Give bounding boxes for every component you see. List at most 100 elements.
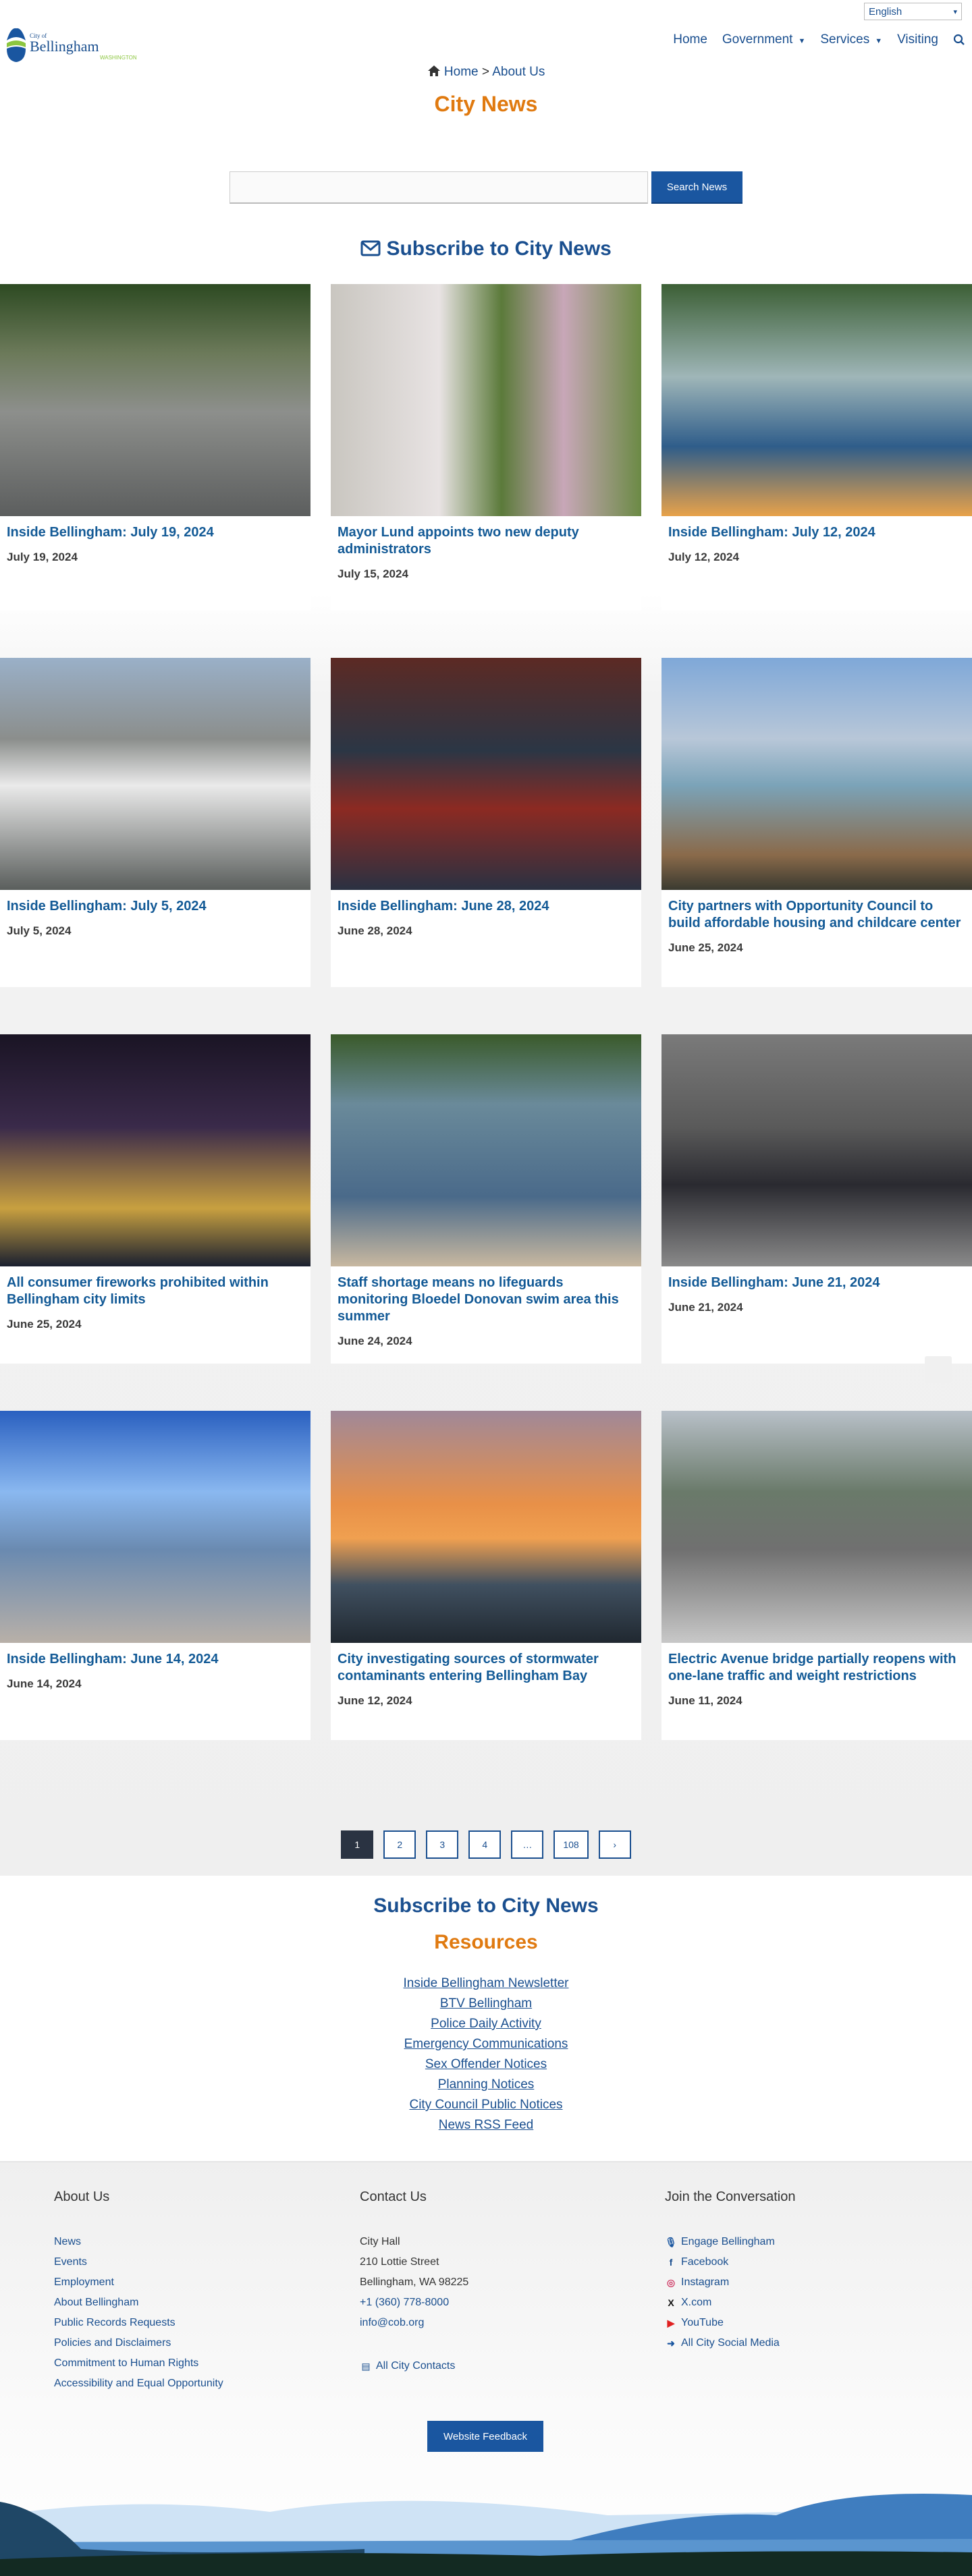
news-date: July 19, 2024 <box>7 551 78 563</box>
social-link[interactable]: f Facebook <box>665 2252 795 2272</box>
social-link[interactable]: ➜ All City Social Media <box>665 2333 795 2353</box>
footer-link[interactable]: Accessibility and Equal Opportunity <box>54 2374 223 2394</box>
social-link[interactable]: X X.com <box>665 2293 795 2313</box>
phone-link[interactable]: +1 (360) 778-8000 <box>360 2293 468 2313</box>
resource-link[interactable]: Planning Notices <box>0 2075 972 2095</box>
news-title[interactable]: City investigating sources of stormwater… <box>331 1643 641 1685</box>
news-card[interactable]: Inside Bellingham: July 12, 2024 July 12,… <box>662 284 972 611</box>
website-feedback-button[interactable]: Website Feedback <box>427 2421 543 2452</box>
news-card[interactable]: Inside Bellingham: June 14, 2024 June 14,… <box>0 1411 310 1740</box>
news-card[interactable]: Mayor Lund appoints two new deputy admin… <box>331 284 641 611</box>
facebook-icon: f <box>669 2257 673 2268</box>
scroll-to-top-button[interactable] <box>925 1356 952 1383</box>
resources-heading: Resources <box>434 1931 538 1953</box>
resource-link[interactable]: Police Daily Activity <box>0 2014 972 2034</box>
news-title[interactable]: City partners with Opportunity Council t… <box>662 890 972 932</box>
resource-link[interactable]: BTV Bellingham <box>0 1994 972 2014</box>
resource-link[interactable]: Emergency Communications <box>0 2034 972 2054</box>
footer-contact: Contact Us City Hall 210 Lottie Street B… <box>360 2189 468 2376</box>
news-title[interactable]: Inside Bellingham: June 14, 2024 <box>0 1643 310 1668</box>
news-image[interactable] <box>662 1034 972 1266</box>
news-title[interactable]: Inside Bellingham: June 28, 2024 <box>331 890 641 915</box>
news-card[interactable]: Inside Bellingham: July 5, 2024 July 5, 2… <box>0 658 310 987</box>
news-title[interactable]: Inside Bellingham: July 19, 2024 <box>0 516 310 541</box>
next-page-button[interactable]: › <box>598 1830 631 1859</box>
footer-link[interactable]: News <box>54 2232 223 2252</box>
caret-down-icon: ▼ <box>875 37 883 45</box>
news-title[interactable]: Inside Bellingham: July 12, 2024 <box>662 516 972 541</box>
news-image[interactable] <box>0 1034 310 1266</box>
news-title[interactable]: Staff shortage means no lifeguards monit… <box>331 1266 641 1325</box>
subscribe-link[interactable]: Subscribe to City News <box>0 237 972 260</box>
news-image[interactable] <box>0 1411 310 1643</box>
page-title: City News <box>434 92 538 116</box>
breadcrumb-home[interactable]: Home <box>444 65 479 79</box>
subscribe-link-bottom[interactable]: Subscribe to City News <box>0 1895 972 1917</box>
footer-link[interactable]: About Bellingham <box>54 2293 223 2313</box>
page-button[interactable]: 108 <box>554 1830 589 1859</box>
page-button[interactable]: … <box>511 1830 544 1859</box>
news-card[interactable]: Inside Bellingham: June 21, 2024 June 21,… <box>662 1034 972 1364</box>
search-news-button[interactable]: Search News <box>651 171 742 204</box>
caret-down-icon: ▼ <box>798 37 806 45</box>
footer-link[interactable]: Commitment to Human Rights <box>54 2353 223 2374</box>
news-image[interactable] <box>662 284 972 516</box>
news-image[interactable] <box>662 658 972 890</box>
news-image[interactable] <box>0 658 310 890</box>
news-card[interactable]: All consumer fireworks prohibited within… <box>0 1034 310 1364</box>
social-link[interactable]: ▶ YouTube <box>665 2313 795 2333</box>
news-card[interactable]: Inside Bellingham: June 28, 2024 June 28,… <box>331 658 641 987</box>
footer-link[interactable]: Events <box>54 2252 223 2272</box>
news-card[interactable]: City investigating sources of stormwater… <box>331 1411 641 1740</box>
footer-link[interactable]: Employment <box>54 2272 223 2293</box>
news-title[interactable]: All consumer fireworks prohibited within… <box>0 1266 310 1308</box>
city-logo[interactable]: City of Bellingham WASHINGTON <box>5 27 147 65</box>
news-card[interactable]: Inside Bellingham: July 19, 2024 July 19,… <box>0 284 310 611</box>
pagination: 1 2 3 4 … 108 › <box>0 1830 972 1859</box>
social-link[interactable]: 🎙 Engage Bellingham <box>665 2232 795 2252</box>
address-book-icon: ▤ <box>361 2361 371 2372</box>
email-link[interactable]: info@cob.org <box>360 2313 468 2333</box>
resource-link[interactable]: City Council Public Notices <box>0 2095 972 2115</box>
page-button[interactable]: 3 <box>426 1830 459 1859</box>
landscape-illustration <box>0 2494 972 2576</box>
footer-link[interactable]: Policies and Disclaimers <box>54 2333 223 2353</box>
resource-link[interactable]: Sex Offender Notices <box>0 2054 972 2075</box>
page-button[interactable]: 4 <box>468 1830 502 1859</box>
news-title[interactable]: Inside Bellingham: June 21, 2024 <box>662 1266 972 1291</box>
social-link[interactable]: ◎ Instagram <box>665 2272 795 2293</box>
news-image[interactable] <box>662 1411 972 1643</box>
news-date: July 12, 2024 <box>668 551 739 563</box>
svg-text:WASHINGTON: WASHINGTON <box>100 55 137 61</box>
news-card[interactable]: City partners with Opportunity Council t… <box>662 658 972 987</box>
nav-home[interactable]: Home <box>673 32 707 47</box>
news-image[interactable] <box>331 284 641 516</box>
news-date: June 24, 2024 <box>338 1335 412 1347</box>
language-select[interactable]: English ▾ <box>864 3 962 20</box>
all-city-contacts-link[interactable]: ▤ All City Contacts <box>360 2356 468 2376</box>
resource-link[interactable]: Inside Bellingham Newsletter <box>0 1973 972 1994</box>
news-title[interactable]: Electric Avenue bridge partially reopens… <box>662 1643 972 1685</box>
page-button[interactable]: 1 <box>341 1830 374 1859</box>
main-nav: Home Government ▼ Services ▼ Visiting <box>673 32 965 47</box>
news-date: June 12, 2024 <box>338 1694 412 1707</box>
home-icon <box>427 65 440 76</box>
news-image[interactable] <box>331 1411 641 1643</box>
resource-link[interactable]: News RSS Feed <box>0 2115 972 2135</box>
search-icon[interactable] <box>953 34 965 46</box>
search-input[interactable] <box>230 171 648 204</box>
news-image[interactable] <box>0 284 310 516</box>
news-card[interactable]: Staff shortage means no lifeguards monit… <box>331 1034 641 1364</box>
news-image[interactable] <box>331 658 641 890</box>
instagram-icon: ◎ <box>666 2277 676 2288</box>
news-grid: Inside Bellingham: July 19, 2024 July 19,… <box>0 284 972 1740</box>
nav-visiting[interactable]: Visiting <box>897 32 938 47</box>
news-image[interactable] <box>331 1034 641 1266</box>
nav-services[interactable]: Services ▼ <box>820 32 882 47</box>
news-title[interactable]: Mayor Lund appoints two new deputy admin… <box>331 516 641 558</box>
news-card[interactable]: Electric Avenue bridge partially reopens… <box>662 1411 972 1740</box>
nav-government[interactable]: Government ▼ <box>722 32 805 47</box>
news-title[interactable]: Inside Bellingham: July 5, 2024 <box>0 890 310 915</box>
footer-link[interactable]: Public Records Requests <box>54 2313 223 2333</box>
page-button[interactable]: 2 <box>383 1830 416 1859</box>
